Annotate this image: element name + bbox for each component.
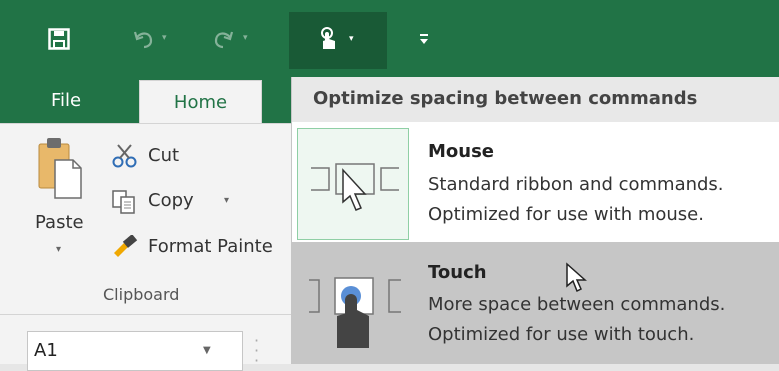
paste-dropdown-icon[interactable]: ▾ xyxy=(56,244,61,255)
touch-mode-icon xyxy=(321,27,335,49)
mouse-cursor-icon xyxy=(566,262,587,293)
tab-home[interactable]: Home xyxy=(139,80,262,125)
touch-mode-icon xyxy=(309,277,401,348)
touch-mouse-mode-button[interactable]: ▾ xyxy=(289,12,387,69)
save-icon[interactable] xyxy=(48,28,70,50)
touch-title: Touch xyxy=(428,262,487,283)
mouse-desc-line2: Optimized for use with mouse. xyxy=(428,204,704,225)
mouse-desc-line1: Standard ribbon and commands. xyxy=(428,174,724,195)
undo-dropdown-icon[interactable]: ▾ xyxy=(162,33,167,43)
menu-header-text: Optimize spacing between commands xyxy=(313,88,698,109)
formula-bar-grip-icon: · · · xyxy=(254,331,260,370)
cut-button[interactable]: Cut xyxy=(148,145,179,166)
copy-button[interactable]: Copy xyxy=(148,190,194,211)
cut-icon xyxy=(112,144,137,168)
name-box-value: A1 xyxy=(34,340,58,361)
paste-label[interactable]: Paste xyxy=(35,212,84,233)
mouse-mode-icon xyxy=(311,163,399,211)
undo-icon[interactable] xyxy=(133,29,155,49)
touch-mode-dropdown-icon: ▾ xyxy=(349,34,354,44)
paste-icon[interactable] xyxy=(37,136,83,202)
copy-dropdown-icon[interactable]: ▾ xyxy=(224,195,229,206)
clipboard-group-label: Clipboard xyxy=(103,285,180,304)
name-box-dropdown-icon[interactable]: ▼ xyxy=(203,345,211,356)
copy-icon xyxy=(112,190,135,214)
redo-icon[interactable] xyxy=(212,29,234,49)
mouse-title: Mouse xyxy=(428,141,495,162)
redo-dropdown-icon[interactable]: ▾ xyxy=(243,33,248,43)
tab-file[interactable]: File xyxy=(51,90,81,111)
format-painter-button[interactable]: Format Painte xyxy=(148,236,290,257)
touch-desc-line2: Optimized for use with touch. xyxy=(428,324,695,345)
format-painter-icon xyxy=(114,235,138,257)
touch-desc-line1: More space between commands. xyxy=(428,294,726,315)
customize-qat-icon[interactable] xyxy=(419,33,429,45)
quick-access-toolbar: ▾ ▾ xyxy=(0,0,779,77)
